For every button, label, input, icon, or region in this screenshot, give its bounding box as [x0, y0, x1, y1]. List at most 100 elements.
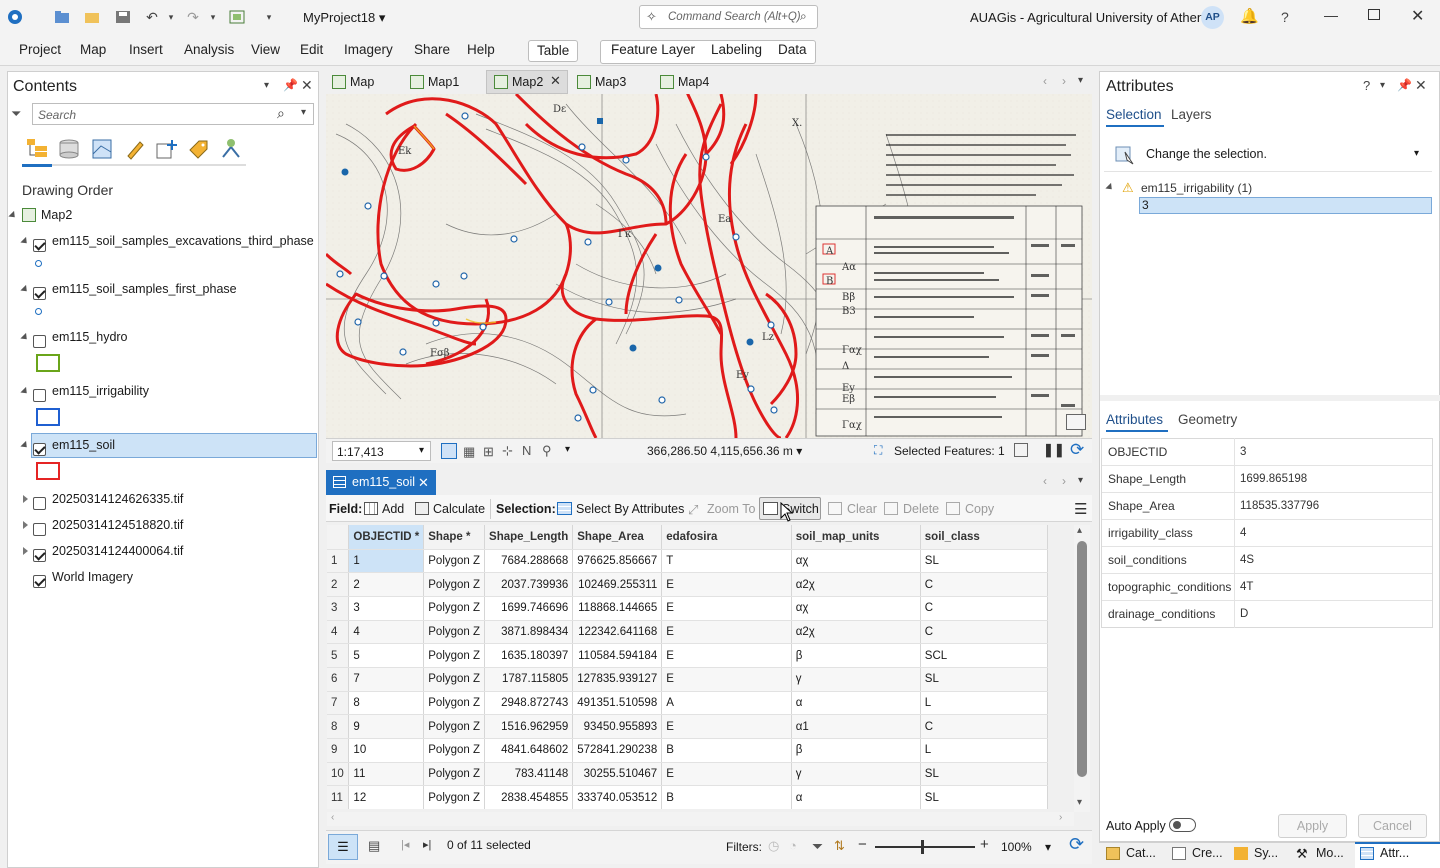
cell-edafosira[interactable]: E [661, 714, 792, 739]
table-horizontal-scrollbar[interactable]: ‹ › [327, 812, 1074, 826]
cell-shape-area[interactable]: 127835.939127 [572, 667, 663, 692]
attributes-options-icon[interactable]: ▾ [1380, 80, 1385, 91]
cell-shape-area[interactable]: 491351.510598 [572, 691, 663, 716]
cell-edafosira[interactable]: B [661, 785, 792, 809]
cell-shape-length[interactable]: 4841.648602 [484, 738, 574, 763]
layer-raster-3[interactable]: 20250314124400064.tif [14, 540, 314, 563]
cell-objectid[interactable]: 8 [348, 691, 425, 716]
expand-layer-icon[interactable] [23, 521, 28, 529]
cell-soil-map-units[interactable]: α2χ [791, 572, 921, 597]
collapse-layer-icon[interactable] [20, 236, 30, 247]
collapse-layer-icon[interactable] [20, 386, 30, 397]
cell-objectid[interactable]: 1 [348, 549, 425, 574]
calculate-field-button[interactable]: Calculate [415, 499, 485, 519]
table-row[interactable]: 10 11 Polygon Z 783.41148 30255.510467 Eγ SL [327, 762, 1048, 787]
cell-soil-map-units[interactable]: γ [791, 667, 921, 692]
command-search[interactable]: ✧ Command Search (Alt+Q) ⌕ [639, 5, 818, 29]
layer-raster-2[interactable]: 20250314124518820.tif [14, 514, 314, 537]
cell-soil-class[interactable]: C [920, 714, 1048, 739]
cell-soil-class[interactable]: SL [920, 785, 1048, 809]
cell-shape[interactable]: Polygon Z [423, 643, 486, 668]
tab-selection[interactable]: Selection [1106, 107, 1162, 122]
refresh-filter-icon[interactable] [1014, 443, 1028, 457]
contents-options-icon[interactable]: ▾ [264, 80, 269, 91]
zoom-slider-thumb[interactable] [921, 840, 924, 854]
cell-shape[interactable]: Polygon Z [423, 620, 486, 645]
tree-layer-label[interactable]: em115_irrigability (1) [1141, 181, 1252, 195]
scroll-right-icon[interactable]: › [1059, 812, 1062, 823]
cell-shape[interactable]: Polygon Z [423, 714, 486, 739]
row-number[interactable]: 10 [327, 762, 350, 787]
layer-hydro[interactable]: em115_hydro [14, 326, 314, 349]
expand-layer-icon[interactable] [23, 495, 28, 503]
attributes-help-icon[interactable]: ? [1363, 78, 1370, 93]
zoom-to-button[interactable]: ⤢ Zoom To [688, 499, 755, 519]
layer-visibility-checkbox[interactable] [33, 443, 46, 457]
ribbon-tab-imagery[interactable]: Imagery [344, 40, 393, 62]
cell-shape-area[interactable]: 572841.290238 [572, 738, 663, 763]
filter-by-extent-icon[interactable]: ⏷ [812, 838, 823, 855]
cell-soil-class[interactable]: SL [920, 549, 1048, 574]
column-header-shape-area[interactable]: Shape_Area [572, 525, 663, 550]
table-row[interactable]: 6 7 Polygon Z 1787.115805 127835.939127 Eγ SL [327, 667, 1048, 692]
cell-shape-length[interactable]: 7684.288668 [484, 549, 574, 574]
cell-objectid[interactable]: 2 [348, 572, 425, 597]
cell-soil-class[interactable]: SL [920, 762, 1048, 787]
cell-soil-map-units[interactable]: γ [791, 762, 921, 787]
row-number[interactable]: 6 [327, 667, 350, 692]
ribbon-tab-insert[interactable]: Insert [129, 40, 163, 62]
layer-raster-1[interactable]: 20250314124626335.tif [14, 488, 314, 511]
cell-objectid[interactable]: 7 [348, 667, 425, 692]
redo-dropdown-icon[interactable]: ▾ [204, 8, 222, 26]
measure-icon[interactable]: N [522, 443, 531, 458]
cell-soil-map-units[interactable]: α [791, 691, 921, 716]
table-tab-em115-soil[interactable]: em115_soil ✕ [326, 470, 436, 495]
docked-tab-modify-features[interactable]: ⚒ Mo... [1296, 846, 1344, 861]
layer-visibility-checkbox[interactable] [33, 335, 46, 349]
cell-soil-class[interactable]: C [920, 572, 1048, 597]
list-by-snapping-icon[interactable] [155, 138, 179, 163]
map-tab-map2[interactable]: Map2 [490, 72, 543, 92]
docked-tab-create-features[interactable]: Cre... [1172, 846, 1223, 860]
table-row[interactable]: 4 4 Polygon Z 3871.898434 122342.641168 Eα2χ C [327, 620, 1048, 645]
customize-quick-access-icon[interactable]: ▾ [260, 8, 278, 26]
refresh-map-icon[interactable]: ⟳ [1070, 440, 1084, 460]
docked-tab-catalog[interactable]: Cat... [1106, 846, 1156, 860]
cell-shape[interactable]: Polygon Z [423, 596, 486, 621]
cell-soil-class[interactable]: SL [920, 667, 1048, 692]
scale-selector[interactable]: 1:17,413 ▾ [332, 441, 431, 461]
snapping-icon[interactable]: ⊹ [502, 443, 513, 459]
cell-soil-class[interactable]: L [920, 691, 1048, 716]
cell-shape[interactable]: Polygon Z [423, 549, 486, 574]
last-record-icon[interactable]: ▸| [423, 838, 431, 851]
ribbon-tab-feature-layer[interactable]: Feature Layer [611, 40, 695, 62]
scroll-up-icon[interactable]: ▴ [1077, 525, 1082, 536]
ribbon-tab-help[interactable]: Help [467, 40, 495, 62]
docked-tab-attributes[interactable]: Attr... [1360, 846, 1409, 860]
ribbon-tab-project[interactable]: Project [19, 40, 61, 62]
cell-shape-length[interactable]: 3871.898434 [484, 620, 574, 645]
attr-row-shape-length[interactable]: Shape_Length 1699.865198 [1102, 466, 1432, 493]
layer-soil-samples-first-phase[interactable]: em115_soil_samples_first_phase [14, 278, 314, 301]
cell-objectid[interactable]: 9 [348, 714, 425, 739]
scroll-down-icon[interactable]: ▾ [1077, 797, 1082, 808]
change-selection-dropdown-icon[interactable]: ▾ [1414, 148, 1419, 159]
row-number[interactable]: 5 [327, 643, 350, 668]
list-by-labeling-icon[interactable] [187, 138, 209, 163]
scroll-left-icon[interactable]: ‹ [331, 812, 334, 823]
cell-soil-class[interactable]: L [920, 738, 1048, 763]
apply-button[interactable]: Apply [1278, 814, 1347, 838]
attribute-table[interactable]: OBJECTID * Shape * Shape_Length Shape_Ar… [327, 525, 1048, 809]
column-header-soil-map-units[interactable]: soil_map_units [791, 525, 921, 550]
cell-shape[interactable]: Polygon Z [423, 762, 486, 787]
cell-edafosira[interactable]: E [661, 762, 792, 787]
cell-objectid[interactable]: 10 [348, 738, 425, 763]
new-project-icon[interactable] [53, 8, 71, 26]
cell-shape-area[interactable]: 30255.510467 [572, 762, 663, 787]
user-avatar[interactable]: AP [1201, 6, 1224, 29]
cell-shape-area[interactable]: 93450.955893 [572, 714, 663, 739]
filter-by-time-icon[interactable]: ◷ [768, 838, 779, 854]
contents-search-box[interactable]: Search ⌕ ▾ [32, 103, 314, 125]
column-header-soil-class[interactable]: soil_class [920, 525, 1048, 550]
close-attributes-icon[interactable]: ✕ [1415, 77, 1427, 94]
